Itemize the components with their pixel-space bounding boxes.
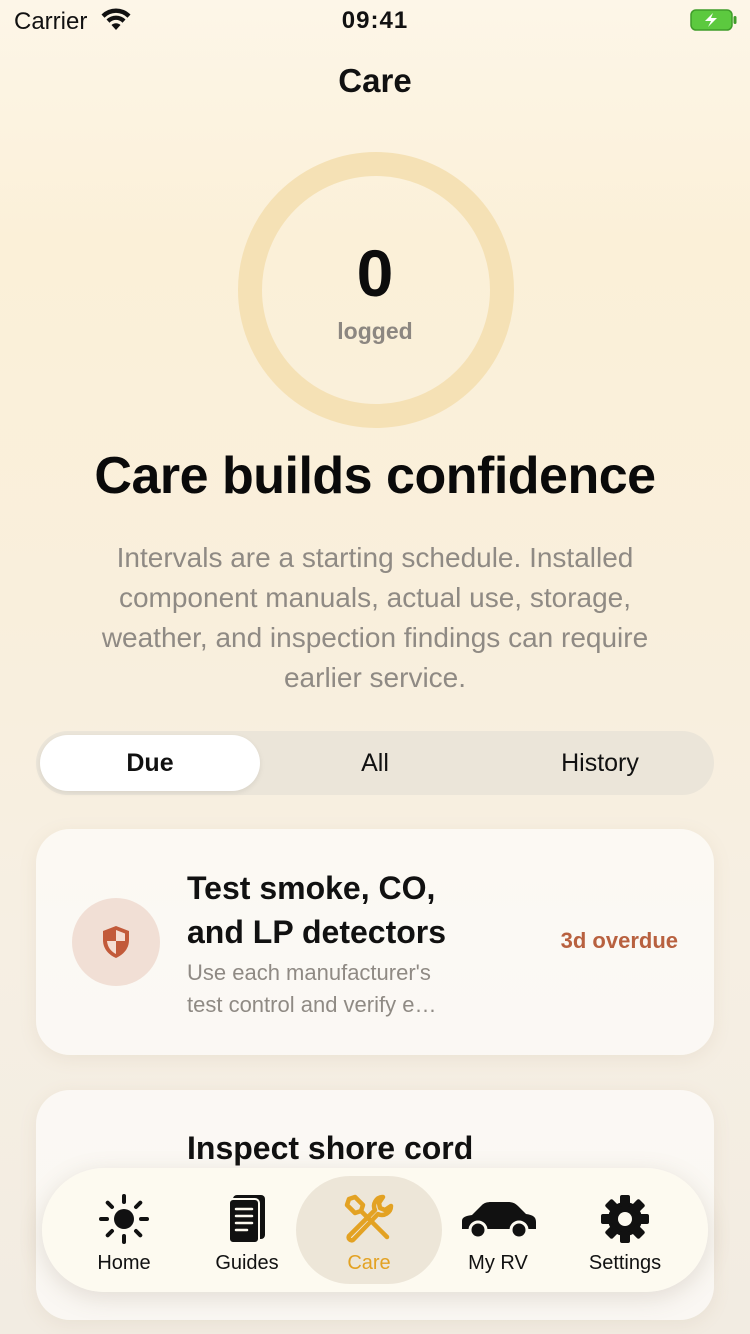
status-bar: Carrier 09:41 bbox=[0, 0, 750, 44]
task-description: Use each manufacturer's test control and… bbox=[187, 957, 487, 1021]
tab-my-rv[interactable]: My RV bbox=[433, 1176, 563, 1284]
tab-my-rv-label: My RV bbox=[468, 1252, 528, 1274]
tab-guides-label: Guides bbox=[215, 1252, 279, 1274]
logged-label: logged bbox=[337, 318, 413, 344]
task-description-line: test control and verify e… bbox=[187, 992, 437, 1017]
tab-settings[interactable]: Settings bbox=[560, 1176, 690, 1284]
task-title: Inspect shore cord bbox=[187, 1130, 474, 1166]
filter-segmented-control: Due All History bbox=[36, 731, 714, 795]
book-icon bbox=[228, 1195, 265, 1244]
tab-settings-label: Settings bbox=[588, 1252, 662, 1274]
headline: Care builds confidence bbox=[94, 447, 656, 505]
sun-icon bbox=[99, 1194, 149, 1244]
segment-due[interactable]: Due bbox=[40, 735, 260, 791]
subtext-line: component manuals, actual use, storage, bbox=[118, 582, 632, 613]
subtext: Intervals are a starting schedule. Insta… bbox=[60, 538, 690, 698]
logged-count: 0 bbox=[356, 236, 394, 310]
tab-home-label: Home bbox=[97, 1252, 151, 1274]
task-title-line: and LP detectors bbox=[187, 914, 447, 950]
gear-icon bbox=[601, 1195, 649, 1243]
wrench-screwdriver-icon bbox=[344, 1194, 394, 1243]
segment-history[interactable]: History bbox=[490, 735, 710, 791]
car-icon bbox=[462, 1202, 536, 1239]
tab-home[interactable]: Home bbox=[59, 1176, 189, 1284]
task-title-line: Test smoke, CO, bbox=[187, 870, 436, 906]
task-icon-badge bbox=[72, 898, 160, 986]
task-title: Test smoke, CO, and LP detectors bbox=[187, 866, 517, 954]
battery-icon bbox=[690, 9, 737, 31]
tab-care-label: Care bbox=[347, 1252, 391, 1274]
task-card[interactable]: Test smoke, CO, and LP detectors Use eac… bbox=[36, 829, 714, 1055]
tab-bar: Home Guides Care My RV Settings bbox=[42, 1168, 708, 1292]
overdue-badge: 3d overdue bbox=[560, 928, 678, 953]
subtext-line: Intervals are a starting schedule. Insta… bbox=[116, 542, 634, 573]
tab-guides[interactable]: Guides bbox=[182, 1176, 312, 1284]
shield-icon bbox=[103, 926, 129, 958]
tab-care[interactable]: Care bbox=[296, 1176, 442, 1284]
subtext-line: weather, and inspection findings can req… bbox=[101, 622, 649, 653]
page-title: Care bbox=[338, 62, 412, 99]
clock: 09:41 bbox=[341, 7, 409, 34]
segment-all[interactable]: All bbox=[265, 735, 485, 791]
subtext-line: earlier service. bbox=[283, 662, 467, 693]
task-description-line: Use each manufacturer's bbox=[187, 960, 431, 985]
